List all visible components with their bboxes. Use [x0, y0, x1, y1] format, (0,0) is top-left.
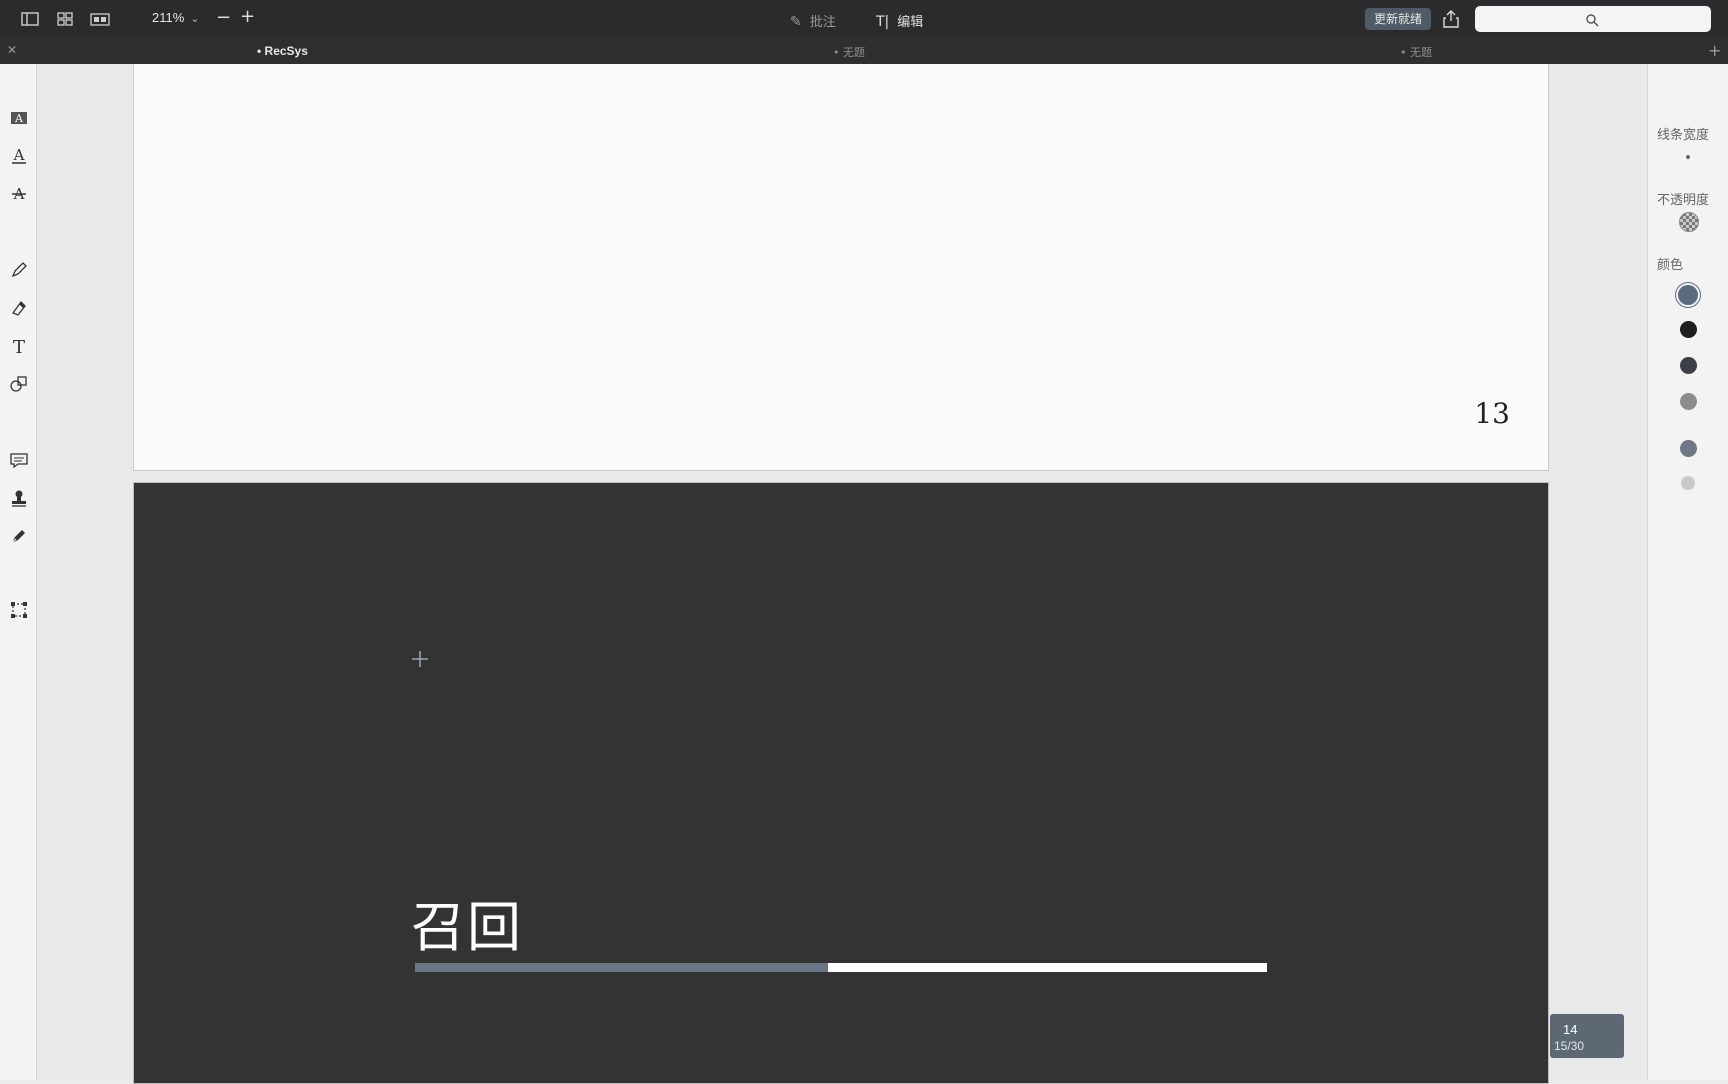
slide-title: 召回: [411, 896, 523, 959]
tab-untitled-2[interactable]: • 无题: [1400, 44, 1432, 60]
svg-text:A: A: [14, 112, 24, 125]
text-highlight-icon[interactable]: A: [9, 108, 29, 128]
thumbnail-grid-icon[interactable]: [55, 9, 75, 29]
svg-text:A: A: [13, 146, 25, 164]
annotate-mode-button[interactable]: ✎ 批注: [790, 11, 836, 30]
slide-progress-fill: [415, 963, 829, 972]
color-swatch[interactable]: [1681, 476, 1695, 490]
edit-mode-button[interactable]: T| 编辑: [876, 11, 923, 30]
page-13: 13: [133, 64, 1549, 471]
text-strikethrough-icon[interactable]: A: [9, 184, 29, 204]
tab-bar: ✕ • RecSys • 无题 • 无题 +: [0, 38, 1728, 64]
pen-icon[interactable]: [9, 526, 29, 546]
properties-panel: 线条宽度 不透明度 颜色: [1647, 64, 1728, 1080]
page-indicator[interactable]: 14 15/30: [1550, 1014, 1624, 1058]
slide-progress-bar: [415, 963, 1267, 972]
annotation-tool-strip: A A A T: [0, 64, 37, 1080]
text-tool-icon[interactable]: T: [9, 336, 29, 356]
opacity-label: 不透明度: [1657, 193, 1710, 208]
zoom-select[interactable]: 211% ⌄: [152, 10, 200, 25]
edit-label: 编辑: [897, 15, 924, 30]
pencil-icon[interactable]: [9, 260, 29, 280]
new-tab-button[interactable]: +: [1708, 41, 1721, 60]
color-swatch[interactable]: [1679, 321, 1697, 338]
color-swatch[interactable]: [1679, 440, 1697, 457]
top-toolbar: 211% ⌄ − + ✎ 批注 T| 编辑 更新就绪: [0, 0, 1728, 39]
line-width-label: 线条宽度: [1657, 128, 1710, 143]
zoom-out-button[interactable]: −: [216, 7, 231, 28]
color-swatch[interactable]: [1679, 357, 1697, 374]
eraser-icon[interactable]: [9, 298, 29, 318]
selection-icon[interactable]: [9, 600, 29, 620]
text-edit-icon: T|: [876, 14, 890, 30]
zoom-in-button[interactable]: +: [240, 6, 255, 27]
search-icon: [1585, 12, 1599, 27]
share-icon[interactable]: [1442, 9, 1460, 29]
current-page: 14: [1563, 1022, 1578, 1037]
close-tab-icon[interactable]: ✕: [7, 43, 17, 57]
two-page-view-icon[interactable]: [90, 9, 110, 29]
document-canvas[interactable]: 13 召回: [37, 64, 1679, 1084]
annotate-icon: ✎: [790, 14, 802, 30]
crosshair-cursor-icon: [410, 649, 430, 669]
sidebar-toggle-icon[interactable]: [20, 9, 40, 29]
page-number: 13: [1474, 397, 1510, 430]
update-ready-button[interactable]: 更新就绪: [1365, 8, 1431, 30]
zoom-value: 211%: [152, 10, 185, 25]
line-width-control[interactable]: [1686, 155, 1690, 159]
color-swatch[interactable]: [1679, 393, 1697, 410]
svg-text:T: T: [13, 337, 25, 356]
tab-recsys[interactable]: • RecSys: [257, 44, 308, 58]
shapes-icon[interactable]: [9, 374, 29, 394]
page-14: 召回: [133, 482, 1549, 1084]
comment-icon[interactable]: [9, 450, 29, 470]
opacity-control[interactable]: [1679, 212, 1699, 232]
chevron-down-icon: ⌄: [190, 13, 200, 25]
tab-untitled-1[interactable]: • 无题: [833, 44, 865, 60]
color-label: 颜色: [1657, 258, 1684, 273]
text-underline-icon[interactable]: A: [9, 146, 29, 166]
color-swatch[interactable]: [1678, 285, 1698, 305]
annotate-label: 批注: [809, 15, 836, 30]
stamp-icon[interactable]: [9, 488, 29, 508]
page-count: 15/30: [1554, 1039, 1585, 1053]
search-input[interactable]: [1475, 6, 1711, 32]
